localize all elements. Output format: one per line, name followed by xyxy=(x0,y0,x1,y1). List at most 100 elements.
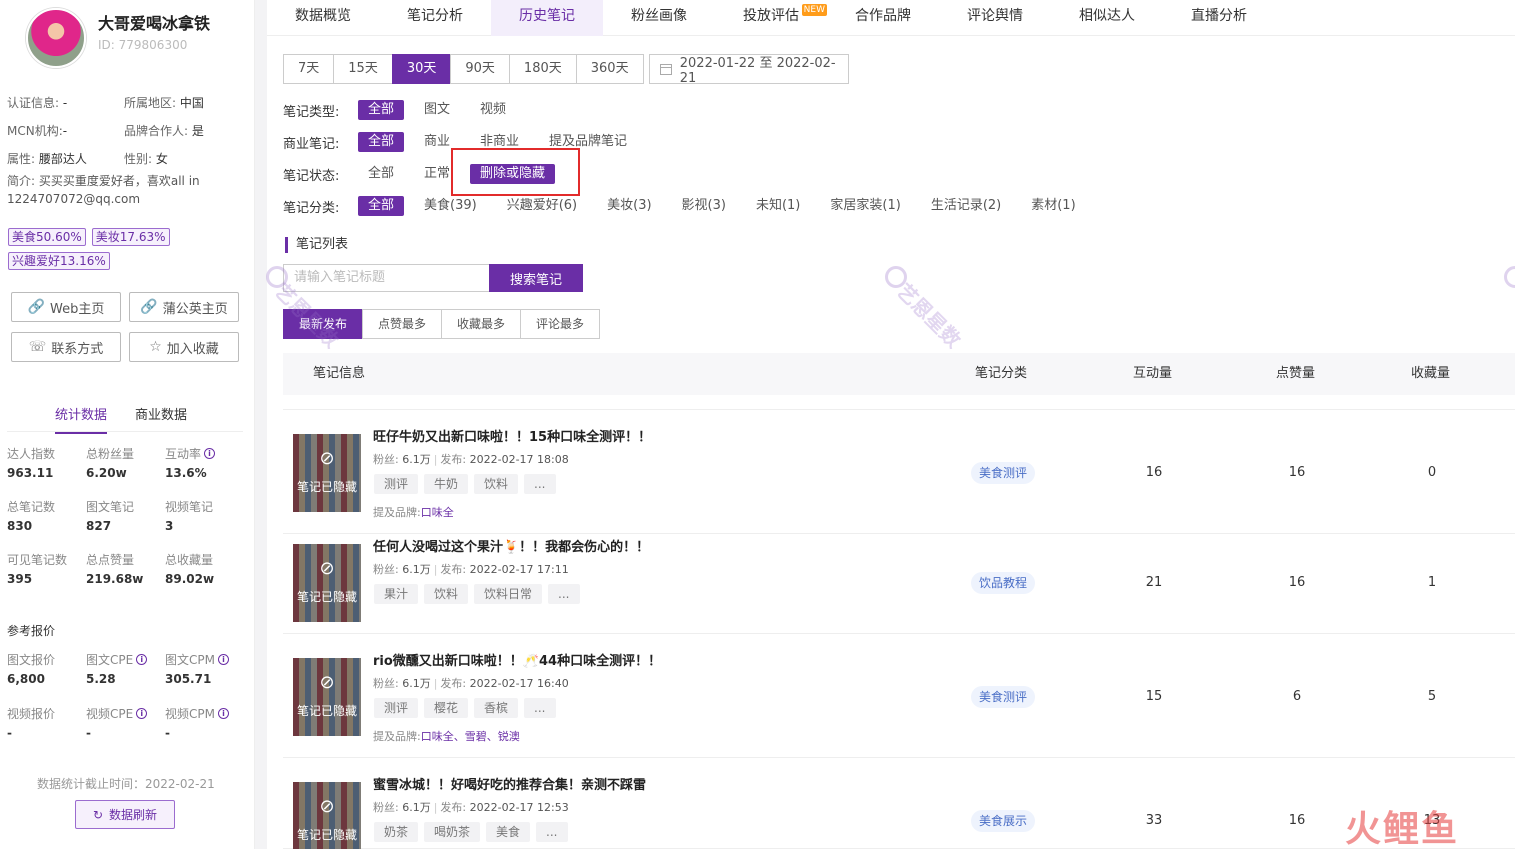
stat-label-text: 视频CPM xyxy=(165,706,215,721)
table-row[interactable]: ⊘ 笔记已隐藏 蜜雪冰城！！好喝好吃的推荐合集！亲测不踩雷 粉丝: 6.1万 | 发布: … xyxy=(283,758,1515,849)
add-favorite-button[interactable]: ☆ 加入收藏 xyxy=(129,332,239,362)
tab-statistics[interactable]: 统计数据 xyxy=(55,404,108,434)
day-range-option[interactable]: 7天 xyxy=(283,54,335,84)
filter-option[interactable]: 素材(1) xyxy=(1021,196,1085,216)
stat-label-text: 总笔记数 xyxy=(7,499,56,514)
filter-option[interactable]: 美妆(3) xyxy=(597,196,661,216)
note-thumbnail[interactable]: ⊘ 笔记已隐藏 xyxy=(293,434,361,512)
collects-value: 0 xyxy=(1427,465,1437,480)
note-tag[interactable]: 饮料日常 xyxy=(474,584,543,604)
sort-option[interactable]: 点赞最多 xyxy=(362,309,442,339)
new-badge: NEW xyxy=(801,4,827,16)
refresh-icon: ↻ xyxy=(92,807,104,822)
nav-tab[interactable]: 历史笔记 xyxy=(491,0,603,36)
tab-business[interactable]: 商业数据 xyxy=(135,404,187,434)
search-notes-button[interactable]: 搜索笔记 xyxy=(489,264,583,292)
note-title[interactable]: 蜜雪冰城！！好喝好吃的推荐合集！亲测不踩雷 xyxy=(373,774,646,793)
stat-cell: 可见笔记数 395 xyxy=(7,550,86,603)
note-tag[interactable]: ... xyxy=(524,474,556,494)
info-icon[interactable]: i xyxy=(136,707,148,719)
note-tag[interactable]: 饮料 xyxy=(424,584,469,604)
day-range-option[interactable]: 180天 xyxy=(508,54,577,84)
refresh-data-button[interactable]: ↻ 数据刷新 xyxy=(75,800,175,829)
note-search-input[interactable]: 请输入笔记标题 xyxy=(283,264,489,292)
note-tag[interactable]: 樱花 xyxy=(424,698,469,718)
note-tag[interactable]: 饮料 xyxy=(474,474,519,494)
filter-label: 商业笔记: xyxy=(283,136,340,152)
nav-tab[interactable]: 评论舆情 xyxy=(939,0,1051,36)
note-tag[interactable]: 喝奶茶 xyxy=(424,822,481,842)
stat-label-text: 图文报价 xyxy=(7,652,56,667)
note-tag[interactable]: ... xyxy=(524,698,556,718)
stat-label-text: 视频笔记 xyxy=(165,499,214,514)
brand-value[interactable]: 口味全、雪碧、锐澳 xyxy=(421,730,520,743)
sort-option[interactable]: 评论最多 xyxy=(520,309,600,339)
stat-value: 13.6% xyxy=(165,466,207,480)
sort-option[interactable]: 收藏最多 xyxy=(441,309,521,339)
filter-option[interactable]: 全部 xyxy=(358,100,405,120)
fans-label: 粉丝: xyxy=(373,453,403,466)
note-tag[interactable]: 香槟 xyxy=(474,698,519,718)
day-range-option[interactable]: 360天 xyxy=(575,54,644,84)
nav-tab[interactable]: 笔记分析 xyxy=(379,0,491,36)
stat-value: 219.68w xyxy=(86,572,144,586)
web-homepage-button[interactable]: 🔗 Web主页 xyxy=(11,292,121,322)
stat-label-text: 视频CPE xyxy=(86,706,134,721)
stat-label: 图文CPM i xyxy=(165,650,244,668)
note-tag[interactable]: 测评 xyxy=(374,698,419,718)
filter-option[interactable]: 全部 xyxy=(358,196,405,216)
nav-tab[interactable]: 相似达人 xyxy=(1051,0,1163,36)
note-thumbnail[interactable]: ⊘ 笔记已隐藏 xyxy=(293,658,361,736)
filter-option[interactable]: 全部 xyxy=(358,164,404,184)
note-thumbnail[interactable]: ⊘ 笔记已隐藏 xyxy=(293,782,361,849)
note-tag[interactable]: ... xyxy=(548,584,580,604)
info-icon[interactable]: i xyxy=(204,447,216,459)
nav-tab[interactable]: 数据概览 xyxy=(267,0,379,36)
nav-tab[interactable]: 粉丝画像 xyxy=(603,0,715,36)
nav-tab[interactable]: 投放评估 NEW xyxy=(715,0,827,36)
phone-icon: ☏ xyxy=(28,339,47,355)
note-tag[interactable]: 果汁 xyxy=(374,584,419,604)
info-icon[interactable]: i xyxy=(136,653,148,665)
link-icon: 🔗 xyxy=(140,299,158,315)
day-range-option[interactable]: 15天 xyxy=(333,54,393,84)
filter-option[interactable]: 影视(3) xyxy=(672,196,736,216)
filter-option[interactable]: 视频 xyxy=(470,100,516,120)
note-tags: 测评 牛奶 饮料... xyxy=(374,474,556,494)
info-icon[interactable]: i xyxy=(217,707,229,719)
day-range-option[interactable]: 90天 xyxy=(450,54,510,84)
nav-tab[interactable]: 合作品牌 xyxy=(827,0,939,36)
note-title[interactable]: 旺仔牛奶又出新口味啦！！15种口味全测评！！ xyxy=(373,426,651,445)
contact-button[interactable]: ☏ 联系方式 xyxy=(11,332,121,362)
note-tag[interactable]: ... xyxy=(536,822,568,842)
stat-label-text: 总点赞量 xyxy=(86,552,135,567)
day-range-option[interactable]: 30天 xyxy=(391,54,452,84)
published-value: 2022-02-17 17:11 xyxy=(469,563,569,576)
filter-option[interactable]: 兴趣爱好(6) xyxy=(497,196,587,216)
filter-option[interactable]: 生活记录(2) xyxy=(921,196,1011,216)
button-label: Web主页 xyxy=(50,301,105,317)
nav-tab[interactable]: 直播分析 xyxy=(1163,0,1275,36)
note-tag[interactable]: 美食 xyxy=(486,822,531,842)
note-tag[interactable]: 测评 xyxy=(374,474,419,494)
filter-option[interactable]: 美食(39) xyxy=(414,196,487,216)
table-row[interactable]: ⊘ 笔记已隐藏 旺仔牛奶又出新口味啦！！15种口味全测评！！ 粉丝: 6.1万 | 发布:… xyxy=(283,410,1515,534)
note-tag[interactable]: 奶茶 xyxy=(374,822,419,842)
filter-option[interactable]: 全部 xyxy=(358,132,405,152)
table-row[interactable]: ⊘ 笔记已隐藏 rio微醺又出新口味啦！！🥂44种口味全测评！！ 粉丝: 6.1万 | 发… xyxy=(283,634,1515,758)
note-title[interactable]: 任何人没喝过这个果汁🍹！！我都会伤心的！！ xyxy=(373,536,649,555)
profile-actions: 🔗 Web主页 🔗 蒲公英主页 ☏ 联系方式 ☆ 加入收藏 xyxy=(11,292,241,362)
stat-cell: 总粉丝量 6.20w xyxy=(86,444,165,497)
note-thumbnail[interactable]: ⊘ 笔记已隐藏 xyxy=(293,544,361,622)
brand-value[interactable]: 口味全 xyxy=(421,506,454,519)
info-icon[interactable]: i xyxy=(217,653,229,665)
table-row[interactable]: ⊘ 笔记已隐藏 任何人没喝过这个果汁🍹！！我都会伤心的！！ 粉丝: 6.1万 | 发布: … xyxy=(283,534,1515,634)
filter-option[interactable]: 家居家装(1) xyxy=(820,196,910,216)
pugongying-homepage-button[interactable]: 🔗 蒲公英主页 xyxy=(129,292,239,322)
filter-option[interactable]: 未知(1) xyxy=(746,196,810,216)
date-range-picker[interactable]: 2022-01-22 至 2022-02-21 xyxy=(649,54,849,86)
note-title[interactable]: rio微醺又出新口味啦！！🥂44种口味全测评！！ xyxy=(373,650,661,669)
note-tag[interactable]: 牛奶 xyxy=(424,474,469,494)
thumbnail-shade xyxy=(293,434,361,512)
filter-option[interactable]: 图文 xyxy=(414,100,460,120)
